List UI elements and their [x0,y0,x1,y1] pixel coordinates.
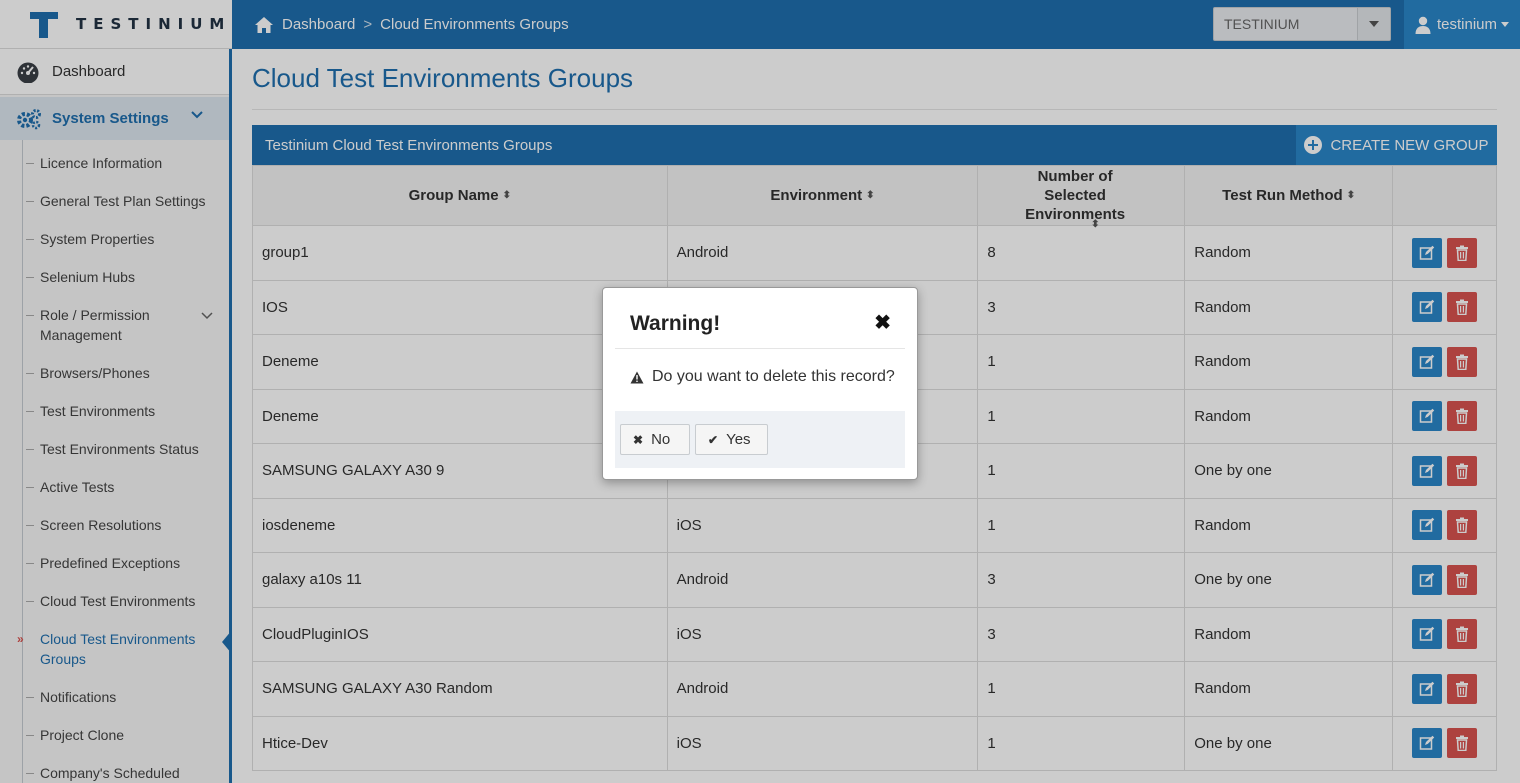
delete-confirm-dialog: Warning! ✖ Do you want to delete this re… [602,287,918,480]
dialog-message: Do you want to delete this record? [630,368,895,386]
close-icon[interactable]: ✖ [874,313,891,333]
check-icon: ✔ [708,432,719,447]
times-icon: ✖ [633,432,644,447]
no-button-label: No [651,431,671,448]
dialog-message-text: Do you want to delete this record? [652,368,895,385]
yes-button-label: Yes [726,431,751,448]
yes-button[interactable]: ✔ Yes [695,424,768,455]
dialog-footer: ✖ No ✔ Yes [615,411,905,468]
divider [615,348,905,349]
no-button[interactable]: ✖ No [620,424,690,455]
warning-icon [630,371,644,383]
dialog-title: Warning! [630,312,721,335]
